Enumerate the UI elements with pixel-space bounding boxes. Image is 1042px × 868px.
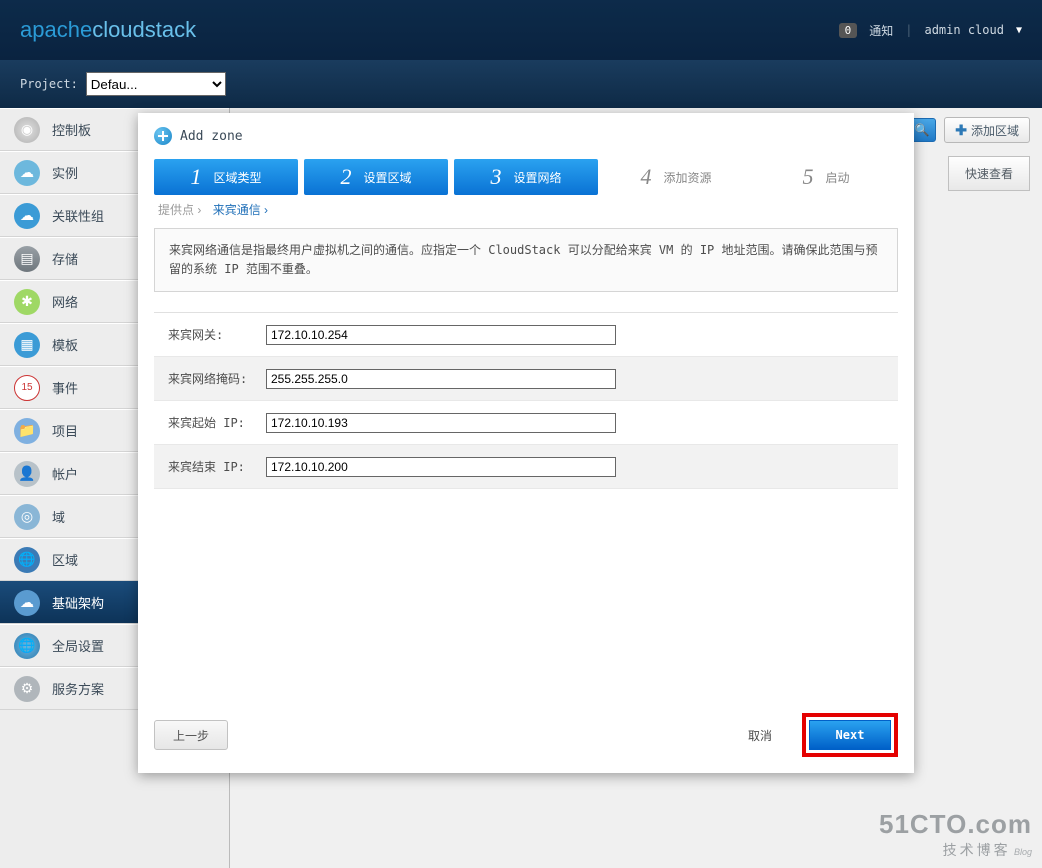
netmask-input[interactable] [266,369,616,389]
globe-settings-icon: 🌐 [14,633,40,659]
next-button[interactable]: Next [809,720,891,750]
domain-icon: ◎ [14,504,40,530]
step-launch: 5 启动 [754,159,898,195]
header-right: 0 通知 | admin cloud ▼ [839,22,1022,39]
sidebar-item-label: 全局设置 [52,636,104,655]
cloud-icon: ☁ [14,160,40,186]
notif-badge[interactable]: 0 [839,23,858,38]
sidebar-item-label: 实例 [52,163,78,182]
breadcrumb-current[interactable]: 来宾通信 › [213,203,268,217]
form-table: 来宾网关: 来宾网络掩码: 来宾起始 IP: 来宾结束 IP: [154,312,898,489]
netmask-label: 来宾网络掩码: [154,370,266,387]
add-zone-wizard: Add zone 1 区域类型 2 设置区域 3 设置网络 4 添加资源 5 启动 提供点… [138,113,914,773]
logo-text-left: apache [20,17,92,42]
gateway-input[interactable] [266,325,616,345]
step-add-resources: 4 添加资源 [604,159,748,195]
compass-icon: ◉ [14,117,40,143]
modal-title: Add zone [154,127,898,145]
project-label: Project: [20,77,78,91]
previous-button[interactable]: 上一步 [154,720,228,750]
sidebar-item-label: 存储 [52,249,78,268]
step-number: 3 [490,164,501,190]
form-row-start-ip: 来宾起始 IP: [154,401,898,445]
form-row-gateway: 来宾网关: [154,313,898,357]
header-separator: | [905,23,912,37]
breadcrumb-root[interactable]: 提供点 [158,203,194,217]
step-number: 1 [190,164,201,190]
header: apachecloudstack 0 通知 | admin cloud ▼ [0,0,1042,60]
step-label: 设置区域 [363,169,411,186]
step-label: 添加资源 [663,169,711,186]
plus-icon: ✚ [955,122,967,139]
chevron-down-icon[interactable]: ▼ [1016,25,1022,36]
template-icon: ▦ [14,332,40,358]
next-button-highlight: Next [802,713,898,757]
end-ip-input[interactable] [266,457,616,477]
watermark: 51CTO.com 技术博客 Blog [879,809,1032,860]
step-setup-zone[interactable]: 2 设置区域 [304,159,448,195]
sidebar-item-label: 服务方案 [52,679,104,698]
step-number: 5 [802,164,813,190]
step-setup-network[interactable]: 3 设置网络 [454,159,598,195]
breadcrumb: 提供点 › 来宾通信 › [158,201,898,218]
sidebar-item-label: 事件 [52,378,78,397]
description-box: 来宾网络通信是指最终用户虚拟机之间的通信。应指定一个 CloudStack 可以… [154,228,898,292]
project-bar: Project: Defau... [0,60,1042,108]
user-label[interactable]: admin cloud [924,23,1003,37]
step-label: 区域类型 [213,169,261,186]
globe-icon: 🌐 [14,547,40,573]
notif-label[interactable]: 通知 [869,22,893,39]
start-ip-input[interactable] [266,413,616,433]
watermark-line2: 技术博客 [943,842,1011,858]
step-label: 设置网络 [513,169,561,186]
start-ip-label: 来宾起始 IP: [154,414,266,431]
end-ip-label: 来宾结束 IP: [154,458,266,475]
sidebar-item-label: 项目 [52,421,78,440]
gateway-label: 来宾网关: [154,326,266,343]
watermark-line1: 51CTO.com [879,809,1032,840]
logo: apachecloudstack [20,17,196,43]
infrastructure-icon: ☁ [14,590,40,616]
search-icon: 🔍 [915,123,930,137]
user-icon: 👤 [14,461,40,487]
step-label: 启动 [825,169,849,186]
network-icon: ✱ [14,289,40,315]
sidebar-item-label: 控制板 [52,120,91,139]
wizard-steps: 1 区域类型 2 设置区域 3 设置网络 4 添加资源 5 启动 [154,159,898,195]
quickview-panel[interactable]: 快速查看 [948,156,1030,191]
plus-circle-icon [154,127,172,145]
watermark-blog: Blog [1014,847,1032,857]
folder-icon: 📁 [14,418,40,444]
sidebar-item-label: 帐户 [52,464,78,483]
step-zone-type[interactable]: 1 区域类型 [154,159,298,195]
add-zone-button[interactable]: ✚添加区域 [944,117,1030,143]
cancel-button[interactable]: 取消 [748,727,772,744]
calendar-icon: 15 [14,375,40,401]
step-number: 4 [640,164,651,190]
sidebar-item-label: 网络 [52,292,78,311]
add-zone-label: 添加区域 [971,122,1019,139]
sidebar-item-label: 关联性组 [52,206,104,225]
gear-icon: ⚙ [14,676,40,702]
modal-footer: 上一步 取消 Next [154,713,898,757]
step-number: 2 [340,164,351,190]
sidebar-item-label: 域 [52,507,65,526]
form-row-netmask: 来宾网络掩码: [154,357,898,401]
sidebar-item-label: 模板 [52,335,78,354]
project-select[interactable]: Defau... [86,72,226,96]
logo-text-right: cloudstack [92,17,196,42]
sidebar-item-label: 区域 [52,550,78,569]
modal-title-text: Add zone [180,129,243,144]
form-row-end-ip: 来宾结束 IP: [154,445,898,489]
sidebar-item-label: 基础架构 [52,593,104,612]
cloud-link-icon: ☁ [14,203,40,229]
storage-icon: ▤ [14,246,40,272]
